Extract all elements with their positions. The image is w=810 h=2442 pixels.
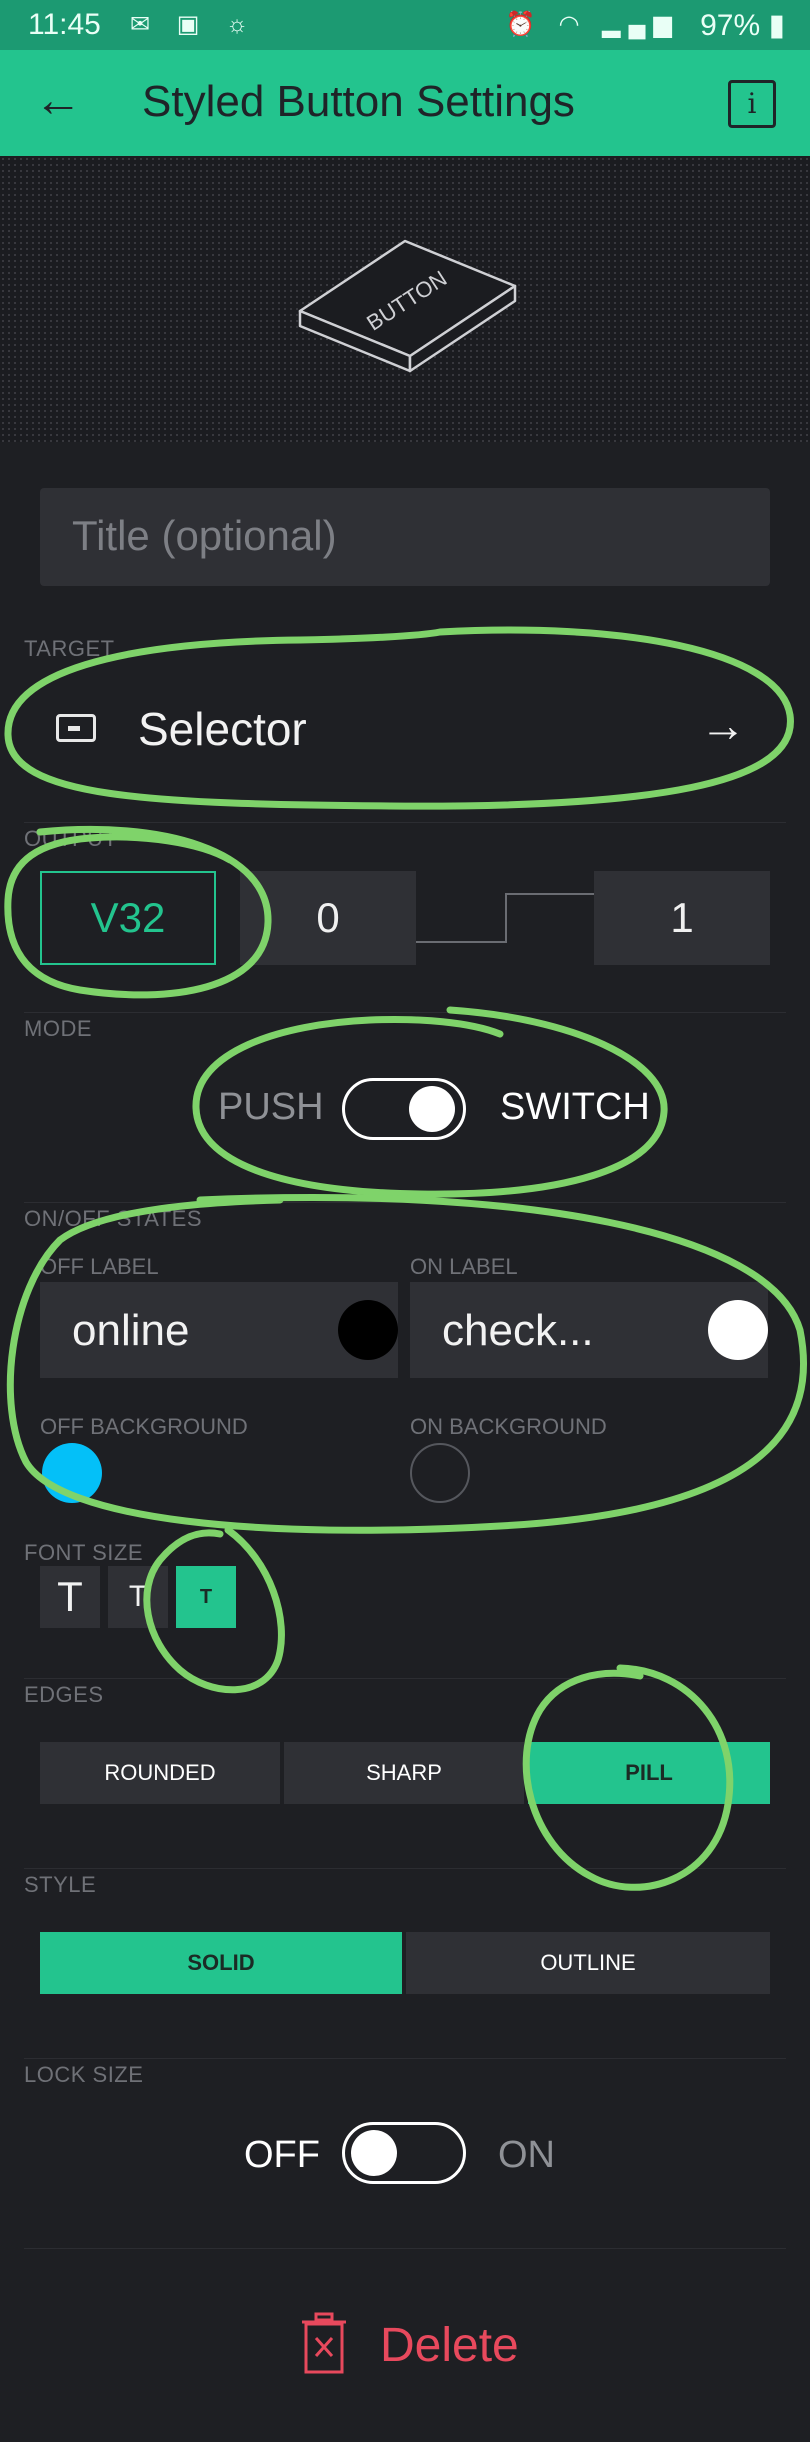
delete-label: Delete [380, 2319, 519, 2372]
off-label-title: OFF LABEL [40, 1254, 159, 1279]
divider [24, 2058, 786, 2059]
edges-pill-button[interactable]: PILL [528, 1742, 770, 1804]
off-background-color-swatch[interactable] [42, 1443, 102, 1503]
output-step-graph [416, 893, 594, 943]
on-label-field[interactable]: check... [410, 1282, 768, 1378]
edges-section-label: EDGES [24, 1682, 104, 1707]
divider [24, 2248, 786, 2249]
mode-switch-label: SWITCH [500, 1086, 650, 1128]
title-input[interactable]: Title (optional) [40, 488, 770, 586]
divider [24, 822, 786, 823]
button-illustration-icon: BUTTON [298, 239, 517, 373]
battery-level: 97% ▮ [700, 9, 785, 42]
target-value: Selector [138, 703, 307, 755]
font-size-small[interactable]: T [176, 1566, 236, 1628]
app-bar: ← Styled Button Settings i [0, 50, 810, 156]
back-arrow-icon[interactable]: ← [34, 74, 82, 128]
divider [24, 1678, 786, 1679]
status-bar: 11:45 ✉ ▣ ☼ ⏰ ◠ ▂▄▆ 97% ▮ [0, 0, 810, 50]
info-icon[interactable]: i [728, 80, 776, 128]
off-label-field[interactable]: online [40, 1282, 398, 1378]
output-section-label: OUTPUT [24, 826, 118, 851]
style-solid-button[interactable]: SOLID [40, 1932, 402, 1994]
output-pin-button[interactable]: V32 [40, 871, 216, 965]
arrow-right-icon: → [700, 699, 746, 751]
output-on-value[interactable]: 1 [594, 871, 770, 965]
lock-size-off-label: OFF [244, 2134, 320, 2176]
toggle-knob [409, 1086, 455, 1132]
trash-icon [302, 2312, 346, 2374]
status-time: 11:45 [28, 8, 101, 41]
target-section-label: TARGET [24, 636, 115, 661]
font-size-large[interactable]: T [40, 1566, 100, 1628]
title-placeholder: Title (optional) [72, 512, 337, 559]
mode-section-label: MODE [24, 1016, 92, 1041]
on-background-color-swatch[interactable] [410, 1443, 470, 1503]
on-label-value: check... [442, 1306, 594, 1355]
on-label-title: ON LABEL [410, 1254, 518, 1279]
font-size-medium[interactable]: T [108, 1566, 168, 1628]
output-off-value[interactable]: 0 [240, 871, 416, 965]
style-outline-button[interactable]: OUTLINE [406, 1932, 770, 1994]
target-selector[interactable]: Selector → [40, 680, 770, 778]
off-label-value: online [72, 1306, 190, 1355]
toggle-knob [351, 2130, 397, 2176]
states-section-label: ON/OFF STATES [24, 1206, 203, 1231]
device-selector-icon [56, 714, 96, 742]
lock-size-section-label: LOCK SIZE [24, 2062, 144, 2087]
divider [24, 1012, 786, 1013]
widget-preview: BUTTON [0, 156, 810, 442]
notification-icons: ✉ ▣ ☼ [130, 11, 259, 38]
divider [24, 1202, 786, 1203]
page-title: Styled Button Settings [142, 77, 575, 126]
style-section-label: STYLE [24, 1872, 97, 1897]
lock-size-toggle[interactable] [342, 2122, 466, 2184]
edges-rounded-button[interactable]: ROUNDED [40, 1742, 280, 1804]
on-label-color-swatch[interactable] [708, 1300, 768, 1360]
mode-toggle[interactable] [342, 1078, 466, 1140]
system-icons: ⏰ ◠ ▂▄▆ [505, 11, 680, 38]
off-label-color-swatch[interactable] [338, 1300, 398, 1360]
lock-size-on-label: ON [498, 2134, 555, 2176]
on-background-title: ON BACKGROUND [410, 1414, 607, 1439]
off-background-title: OFF BACKGROUND [40, 1414, 248, 1439]
divider [24, 1868, 786, 1869]
edges-sharp-button[interactable]: SHARP [284, 1742, 524, 1804]
font-size-section-label: FONT SIZE [24, 1540, 143, 1565]
mode-push-label: PUSH [218, 1086, 324, 1128]
